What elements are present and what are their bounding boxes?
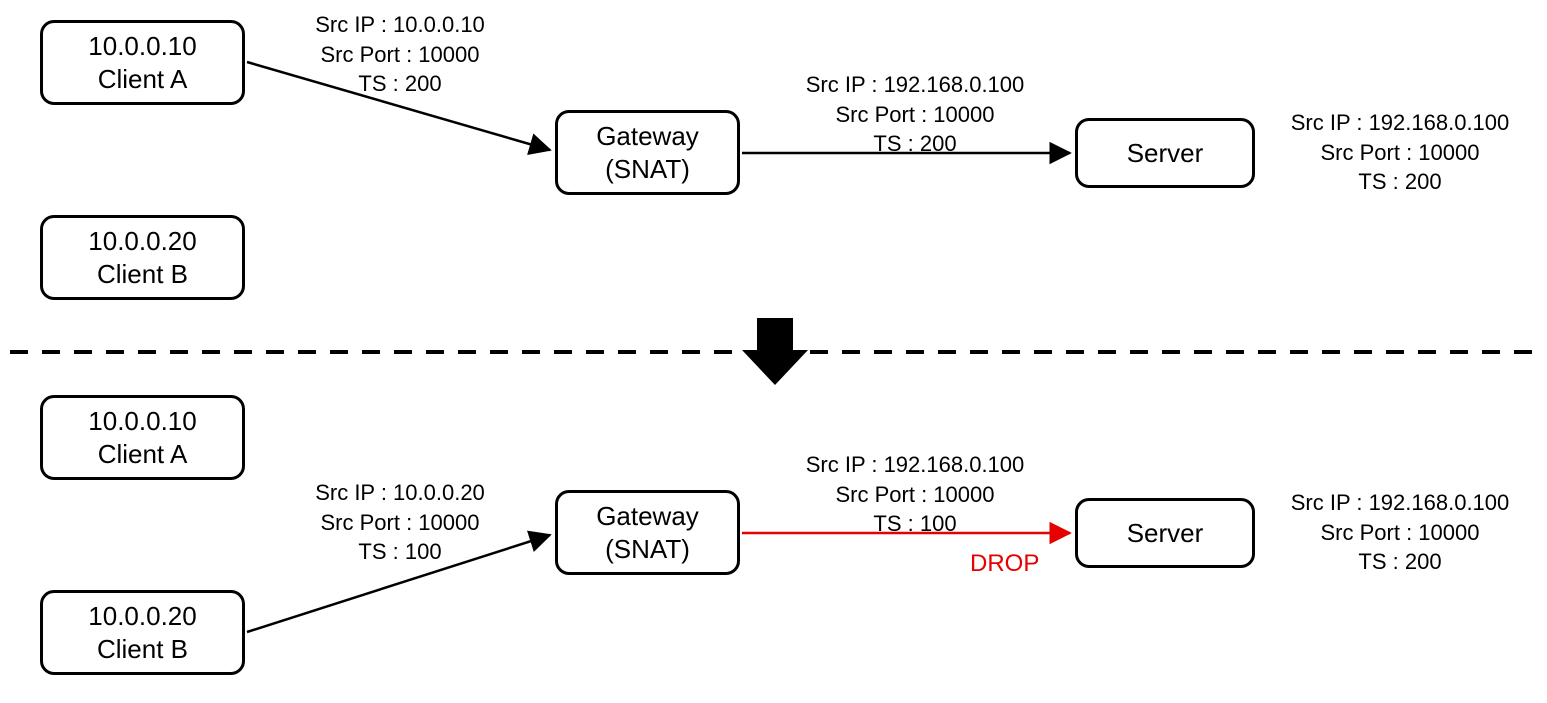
pkt-src-port: Src Port : 10000: [290, 508, 510, 538]
pkt-src-ip: Src IP : 192.168.0.100: [1270, 488, 1530, 518]
top-packet-gateway-to-server: Src IP : 192.168.0.100 Src Port : 10000 …: [775, 70, 1055, 159]
top-client-a-ip: 10.0.0.10: [88, 30, 196, 63]
pkt-src-port: Src Port : 10000: [1270, 518, 1530, 548]
pkt-ts: TS : 200: [1270, 547, 1530, 577]
bottom-server-state: Src IP : 192.168.0.100 Src Port : 10000 …: [1270, 488, 1530, 577]
top-client-b-label: Client B: [97, 258, 188, 291]
pkt-src-ip: Src IP : 192.168.0.100: [1270, 108, 1530, 138]
pkt-src-ip: Src IP : 10.0.0.20: [290, 478, 510, 508]
drop-label: DROP: [970, 550, 1039, 578]
bottom-client-a-node: 10.0.0.10 Client A: [40, 395, 245, 480]
top-server-label: Server: [1127, 137, 1204, 170]
top-gateway-node: Gateway (SNAT): [555, 110, 740, 195]
down-arrow-icon: [742, 318, 808, 385]
pkt-ts: TS : 100: [290, 537, 510, 567]
bottom-gateway-line2: (SNAT): [605, 533, 690, 566]
bottom-client-b-node: 10.0.0.20 Client B: [40, 590, 245, 675]
bottom-gateway-line1: Gateway: [596, 500, 699, 533]
pkt-src-port: Src Port : 10000: [775, 480, 1055, 510]
top-client-b-node: 10.0.0.20 Client B: [40, 215, 245, 300]
bottom-server-label: Server: [1127, 517, 1204, 550]
top-client-b-ip: 10.0.0.20: [88, 225, 196, 258]
bottom-client-b-ip: 10.0.0.20: [88, 600, 196, 633]
pkt-ts: TS : 200: [775, 129, 1055, 159]
diagram-stage: 10.0.0.10 Client A 10.0.0.20 Client B Ga…: [0, 0, 1547, 703]
pkt-src-ip: Src IP : 10.0.0.10: [290, 10, 510, 40]
pkt-ts: TS : 100: [775, 509, 1055, 539]
bottom-packet-client-to-gateway: Src IP : 10.0.0.20 Src Port : 10000 TS :…: [290, 478, 510, 567]
top-gateway-line1: Gateway: [596, 120, 699, 153]
pkt-src-ip: Src IP : 192.168.0.100: [775, 70, 1055, 100]
top-server-state: Src IP : 192.168.0.100 Src Port : 10000 …: [1270, 108, 1530, 197]
bottom-server-node: Server: [1075, 498, 1255, 568]
bottom-client-a-ip: 10.0.0.10: [88, 405, 196, 438]
pkt-ts: TS : 200: [290, 69, 510, 99]
pkt-src-port: Src Port : 10000: [1270, 138, 1530, 168]
bottom-client-b-label: Client B: [97, 633, 188, 666]
pkt-src-port: Src Port : 10000: [775, 100, 1055, 130]
bottom-packet-gateway-to-server: Src IP : 192.168.0.100 Src Port : 10000 …: [775, 450, 1055, 539]
pkt-ts: TS : 200: [1270, 167, 1530, 197]
pkt-src-ip: Src IP : 192.168.0.100: [775, 450, 1055, 480]
pkt-src-port: Src Port : 10000: [290, 40, 510, 70]
top-client-a-node: 10.0.0.10 Client A: [40, 20, 245, 105]
bottom-client-a-label: Client A: [98, 438, 188, 471]
top-client-a-label: Client A: [98, 63, 188, 96]
top-gateway-line2: (SNAT): [605, 153, 690, 186]
top-packet-client-to-gateway: Src IP : 10.0.0.10 Src Port : 10000 TS :…: [290, 10, 510, 99]
bottom-gateway-node: Gateway (SNAT): [555, 490, 740, 575]
top-server-node: Server: [1075, 118, 1255, 188]
